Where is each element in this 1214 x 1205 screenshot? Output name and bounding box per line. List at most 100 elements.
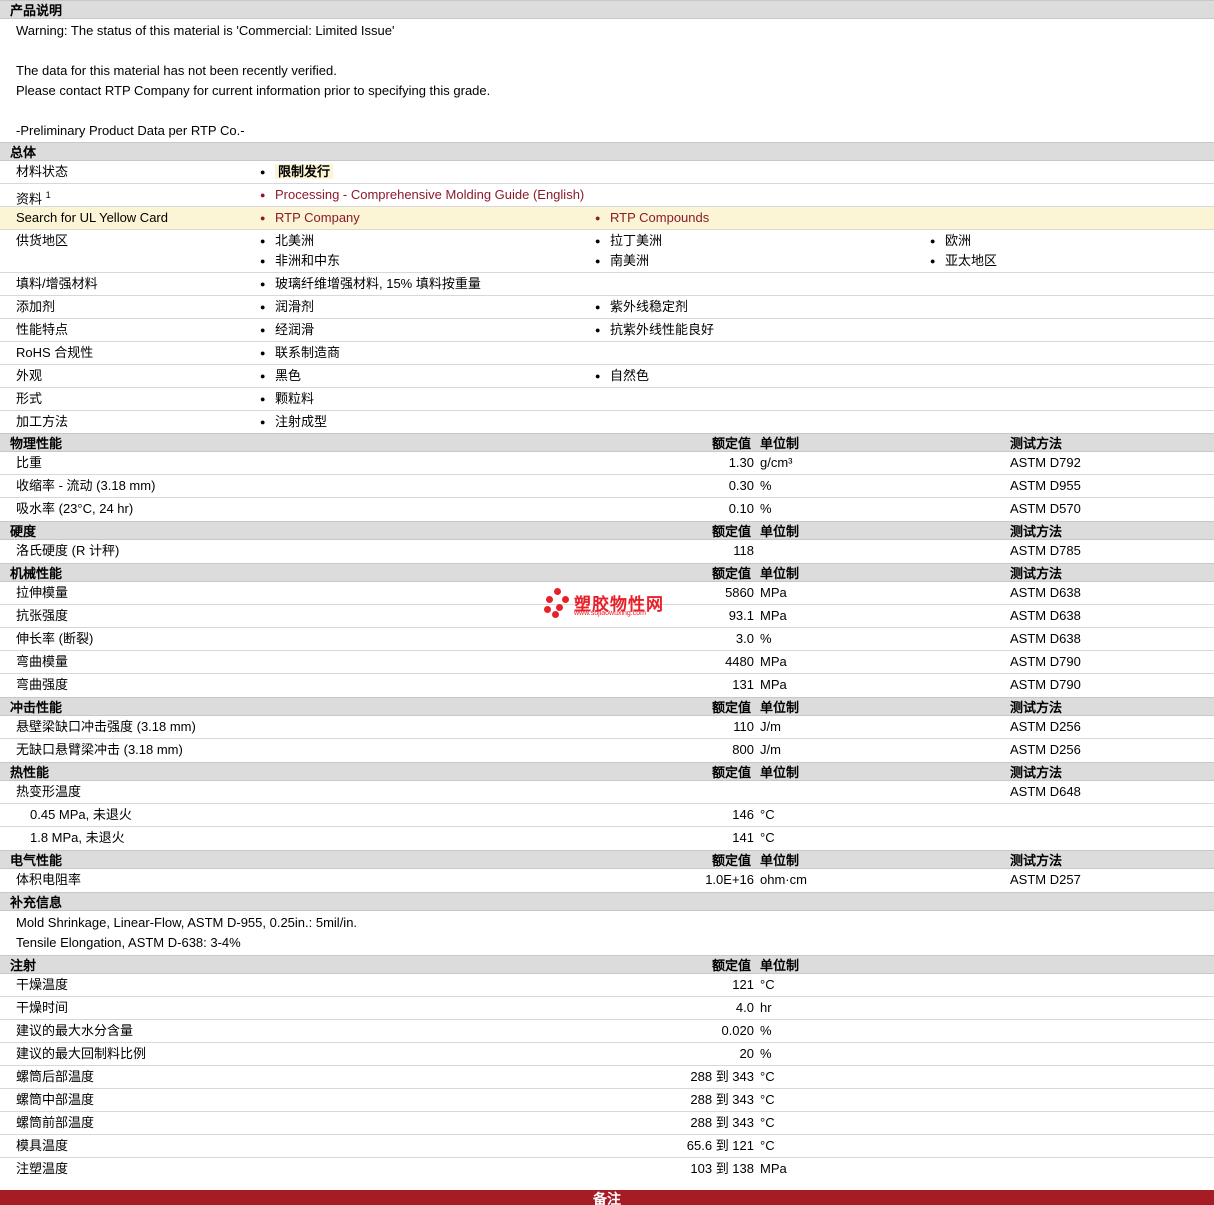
row-supply-region: 供货地区 北美洲 拉丁美洲 欧洲 非洲和中东 南美洲 亚太地区: [0, 230, 1214, 273]
column-header-unit: 单位制: [760, 566, 800, 581]
region-item: 南美洲: [595, 250, 649, 272]
row-value: 141: [732, 830, 754, 845]
row-rohs: RoHS 合规性 联系制造商: [0, 342, 1214, 365]
processing-guide-link[interactable]: Processing - Comprehensive Molding Guide…: [260, 184, 584, 206]
row-label: 建议的最大水分含量: [16, 1023, 134, 1038]
row-appearance: 外观 黑色 自然色: [0, 365, 1214, 388]
row-method: ASTM D256: [1010, 742, 1081, 757]
status-badge: 限制发行: [260, 161, 334, 183]
table-row: 注塑温度 103 到 138 MPa: [0, 1158, 1214, 1181]
row-material-status: 材料状态 限制发行: [0, 161, 1214, 184]
row-value: 110: [733, 719, 754, 734]
row-label: 注塑温度: [16, 1161, 69, 1176]
region-item: 非洲和中东: [260, 250, 340, 272]
additive-item: 润滑剂: [260, 296, 314, 318]
column-header-value: 额定值: [712, 853, 752, 868]
row-label: 抗张强度: [16, 608, 69, 623]
row-label: Search for UL Yellow Card: [16, 210, 168, 225]
row-unit: °C: [760, 1138, 775, 1153]
column-header-method: 测试方法: [1010, 700, 1063, 715]
watermark-logo: 塑胶物性网 www.sujiaowuxing.com: [544, 588, 684, 622]
row-unit: %: [760, 478, 772, 493]
row-unit: %: [760, 1046, 772, 1061]
row-unit: °C: [760, 1115, 775, 1130]
section-general-header: 总体: [0, 142, 1214, 161]
row-processing: 加工方法 注射成型: [0, 411, 1214, 433]
rtp-company-link[interactable]: RTP Company: [260, 207, 360, 229]
row-value: 1.30: [728, 455, 754, 470]
row-unit: MPa: [760, 677, 787, 692]
row-label: RoHS 合规性: [16, 345, 94, 360]
table-row: 收缩率 - 流动 (3.18 mm) 0.30% ASTM D955: [0, 475, 1214, 498]
row-label: 材料状态: [16, 164, 69, 179]
section-injection-header: 注射 额定值 单位制: [0, 955, 1214, 974]
column-header-value: 额定值: [712, 765, 752, 780]
table-row: 螺筒后部温度 288 到 343 °C: [0, 1066, 1214, 1089]
column-header-unit: 单位制: [760, 765, 800, 780]
row-unit: °C: [760, 977, 775, 992]
row-value: 5860: [725, 585, 754, 600]
row-label: 加工方法: [16, 414, 69, 429]
supplement-text: Mold Shrinkage, Linear-Flow, ASTM D-955,…: [0, 911, 1214, 955]
section-impact-header: 冲击性能 额定值 单位制 测试方法: [0, 697, 1214, 716]
row-label: 比重: [16, 455, 43, 470]
table-row: 模具温度 65.6 到 121 °C: [0, 1135, 1214, 1158]
feature-item: 抗紫外线性能良好: [595, 319, 714, 341]
row-label: 1.8 MPa, 未退火: [30, 830, 125, 845]
column-header-value: 额定值: [712, 958, 752, 973]
table-row: 建议的最大回制料比例 20%: [0, 1043, 1214, 1066]
supplement-line: Mold Shrinkage, Linear-Flow, ASTM D-955,…: [16, 915, 358, 930]
column-header-value: 额定值: [712, 436, 752, 451]
process-value: 注射成型: [260, 411, 327, 433]
row-method: ASTM D648: [1010, 784, 1081, 799]
row-value: 146: [732, 807, 754, 822]
appearance-item: 黑色: [260, 365, 301, 387]
row-value: 20: [739, 1046, 754, 1061]
table-row: 伸长率 (断裂) 3.0% ASTM D638: [0, 628, 1214, 651]
column-header-unit: 单位制: [760, 958, 800, 973]
rtp-compounds-link[interactable]: RTP Compounds: [595, 207, 709, 229]
column-header-method: 测试方法: [1010, 524, 1063, 539]
row-method: ASTM D638: [1010, 608, 1081, 623]
region-item: 北美洲: [260, 230, 314, 252]
column-header-unit: 单位制: [760, 436, 800, 451]
column-header-method: 测试方法: [1010, 436, 1063, 451]
column-header-value: 额定值: [712, 700, 752, 715]
row-method: ASTM D785: [1010, 543, 1081, 558]
row-method: ASTM D638: [1010, 631, 1081, 646]
row-unit: hr: [760, 1000, 772, 1015]
row-label: 外观: [16, 368, 43, 383]
table-row: 吸水率 (23°C, 24 hr) 0.10% ASTM D570: [0, 498, 1214, 521]
column-header-method: 测试方法: [1010, 566, 1063, 581]
row-unit: °C: [760, 807, 775, 822]
table-row: 1.8 MPa, 未退火 141 °C: [0, 827, 1214, 850]
filler-value: 玻璃纤维增强材料, 15% 填料按重量: [260, 273, 481, 295]
table-row: 弯曲模量 4480 MPa ASTM D790: [0, 651, 1214, 674]
row-filler: 填料/增强材料 玻璃纤维增强材料, 15% 填料按重量: [0, 273, 1214, 296]
desc-line: The data for this material has not been …: [16, 63, 337, 78]
table-row: 洛氏硬度 (R 计秤) 118 ASTM D785: [0, 540, 1214, 563]
row-unit: ohm·cm: [760, 872, 807, 887]
row-label: 形式: [16, 391, 43, 406]
row-label: 填料/增强材料: [16, 276, 98, 291]
row-value: 288 到 343: [690, 1069, 754, 1084]
column-header-unit: 单位制: [760, 700, 800, 715]
row-label: 螺筒中部温度: [16, 1092, 95, 1107]
row-method: ASTM D955: [1010, 478, 1081, 493]
section-physical-header: 物理性能 额定值 单位制 测试方法: [0, 433, 1214, 452]
row-value: 103 到 138: [690, 1161, 754, 1176]
row-value: 4480: [725, 654, 754, 669]
table-row: 热变形温度 ASTM D648: [0, 781, 1214, 804]
row-value: 800: [732, 742, 754, 757]
row-additives: 添加剂 润滑剂 紫外线稳定剂: [0, 296, 1214, 319]
desc-line: Please contact RTP Company for current i…: [16, 83, 491, 98]
column-header-value: 额定值: [712, 524, 752, 539]
row-label: 供货地区: [16, 233, 69, 248]
section-mechanical-header: 机械性能 额定值 单位制 测试方法: [0, 563, 1214, 582]
row-label: 体积电阻率: [16, 872, 82, 887]
section-title: 硬度: [10, 524, 37, 539]
table-row: 悬壁梁缺口冲击强度 (3.18 mm) 110 J/m ASTM D256: [0, 716, 1214, 739]
section-description-header: 产品说明: [0, 0, 1214, 19]
row-value: 65.6 到 121: [686, 1138, 754, 1153]
row-form: 形式 颗粒料: [0, 388, 1214, 411]
